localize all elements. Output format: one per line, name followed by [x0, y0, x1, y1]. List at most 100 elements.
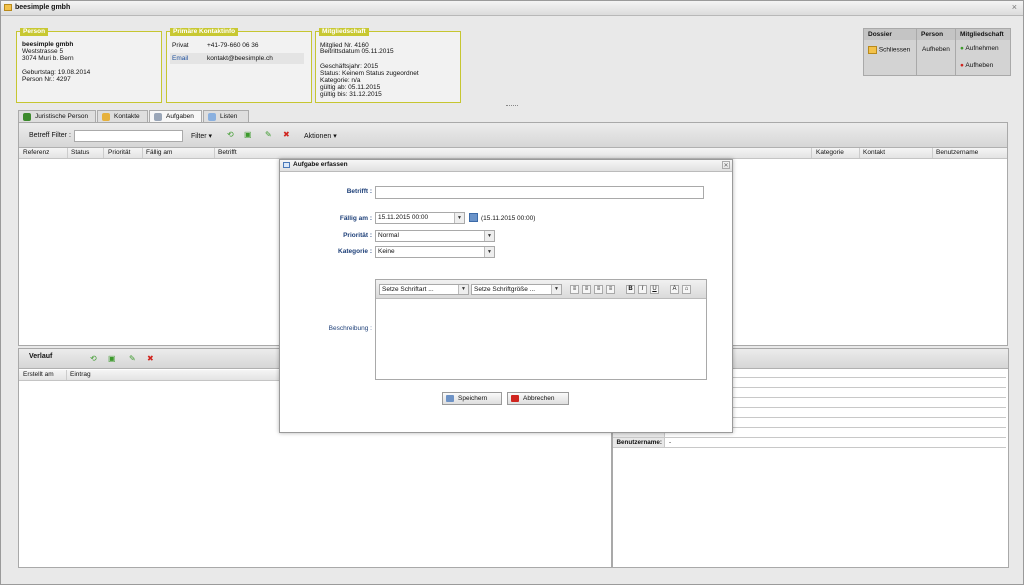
add-entry-icon[interactable]: ▣ — [108, 354, 116, 364]
add-membership-button[interactable]: ● Aufnehmen — [960, 45, 999, 52]
tab-juristische-person[interactable]: Juristische Person — [18, 110, 96, 122]
person-card: Person beesimple gmbh Weststrasse 5 3074… — [16, 28, 162, 103]
membership-line: Status: Keinem Status zugeordnet — [320, 70, 419, 77]
calendar-icon[interactable] — [469, 213, 478, 222]
column-betrifft[interactable]: Betrifft — [218, 149, 237, 156]
kategorie-select[interactable]: Keine ▼ — [375, 246, 495, 258]
align-center-icon[interactable]: ≡ — [582, 285, 591, 294]
history-title: Verlauf — [29, 353, 53, 360]
column-separator — [932, 148, 933, 158]
cancel-button[interactable]: Abbrechen — [507, 392, 569, 405]
contact-card-header: Primäre Kontaktinfo — [170, 28, 239, 36]
column-separator — [214, 148, 215, 158]
tab-label: Listen — [220, 113, 238, 120]
tab-listen[interactable]: Listen — [203, 110, 249, 122]
contact-label-privat: Privat — [172, 42, 189, 49]
dossier-group: Dossier Schliessen — [863, 28, 917, 76]
font-family-value: Setze Schriftart ... — [382, 286, 434, 293]
contact-value-email[interactable]: kontakt@beesimple.ch — [207, 55, 273, 62]
membership-line: Kategorie: n/a — [320, 77, 361, 84]
cancel-button-label: Abbrechen — [523, 395, 555, 402]
column-eintrag[interactable]: Eintrag — [70, 371, 91, 378]
delete-icon[interactable]: ✖ — [147, 354, 154, 364]
column-erstellt-am[interactable]: Erstellt am — [23, 371, 54, 378]
editor-content[interactable] — [376, 299, 706, 379]
column-faellig-am[interactable]: Fällig am — [146, 149, 172, 156]
bold-icon[interactable]: B — [626, 285, 635, 294]
faellig-hint: (15.11.2015 00:00) — [481, 215, 536, 222]
column-separator — [811, 148, 812, 158]
tab-kontakte[interactable]: Kontakte — [97, 110, 148, 122]
power-icon: ● — [960, 62, 964, 69]
column-status[interactable]: Status — [71, 149, 89, 156]
contact-card: Primäre Kontaktinfo Privat +41-79-660 06… — [166, 28, 312, 103]
person-group-header: Person — [917, 29, 955, 40]
person-name: beesimple gmbh — [22, 41, 74, 48]
italic-icon[interactable]: I — [638, 285, 647, 294]
kategorie-label: Kategorie : — [338, 248, 372, 255]
dialog-close-icon[interactable]: ✕ — [722, 161, 730, 169]
filter-button[interactable]: Filter ▾ — [191, 132, 212, 140]
close-dossier-button[interactable]: Schliessen — [868, 46, 910, 54]
benutzername-value: - — [669, 439, 672, 446]
filter-input[interactable] — [74, 130, 183, 142]
delete-icon[interactable]: ✖ — [283, 130, 290, 140]
edit-icon[interactable]: ✎ — [129, 354, 136, 364]
remove-membership-button[interactable]: ● Aufheben — [960, 62, 993, 69]
rich-text-editor: Setze Schriftart ... ▼ Setze Schriftgröß… — [375, 279, 707, 380]
remove-person-button[interactable]: Aufheben — [922, 46, 950, 53]
window-title: beesimple gmbh — [15, 4, 71, 11]
column-kategorie[interactable]: Kategorie — [816, 149, 844, 156]
title-bar: beesimple gmbh × — [1, 1, 1023, 16]
prioritaet-value: Normal — [378, 232, 399, 239]
tab-aufgaben[interactable]: Aufgaben — [149, 110, 202, 122]
column-separator — [66, 370, 67, 380]
chevron-down-icon[interactable]: ▼ — [454, 213, 464, 223]
splitter-handle[interactable] — [506, 105, 518, 108]
cancel-icon — [511, 395, 519, 402]
column-benutzername[interactable]: Benutzername — [936, 149, 978, 156]
remove-membership-label: Aufheben — [965, 62, 994, 69]
refresh-icon[interactable]: ⟲ — [227, 130, 234, 140]
font-family-select[interactable]: Setze Schriftart ... ▼ — [379, 284, 469, 295]
font-size-select[interactable]: Setze Schriftgröße ... ▼ — [471, 284, 562, 295]
save-button-label: Speichern — [458, 395, 488, 402]
align-right-icon[interactable]: ≡ — [594, 285, 603, 294]
faellig-input[interactable]: 15.11.2015 00:00 ▼ — [375, 212, 465, 224]
column-referenz[interactable]: Referenz — [23, 149, 49, 156]
text-color-icon[interactable]: A — [670, 285, 679, 294]
membership-line: Geschäftsjahr: 2015 — [320, 63, 379, 70]
align-justify-icon[interactable]: ≡ — [606, 285, 615, 294]
faellig-value: 15.11.2015 00:00 — [378, 214, 429, 221]
kategorie-value: Keine — [378, 248, 395, 255]
benutzername-label: Benutzername: — [613, 438, 665, 447]
edit-icon[interactable]: ✎ — [265, 130, 272, 140]
align-left-icon[interactable]: ≡ — [570, 285, 579, 294]
save-button[interactable]: Speichern — [442, 392, 502, 405]
membership-line: Beitrittsdatum 05.11.2015 — [320, 48, 394, 55]
person-street: Weststrasse 5 — [22, 48, 64, 55]
column-separator — [142, 148, 143, 158]
chevron-down-icon: ▼ — [484, 231, 494, 241]
contact-label-email: Email — [172, 55, 189, 62]
filter-label: Betreff Filter : — [29, 132, 71, 139]
close-icon[interactable]: × — [1012, 2, 1017, 12]
list-icon — [208, 113, 216, 121]
column-separator — [859, 148, 860, 158]
window-icon — [283, 162, 290, 168]
betrifft-input[interactable] — [375, 186, 704, 199]
underline-icon[interactable]: U — [650, 285, 659, 294]
membership-group-header: Mitgliedschaft — [956, 29, 1010, 40]
prioritaet-select[interactable]: Normal ▼ — [375, 230, 495, 242]
person-group: Person Aufheben — [916, 28, 956, 76]
column-prioritaet[interactable]: Priorität — [108, 149, 130, 156]
chevron-down-icon: ▼ — [458, 285, 468, 294]
add-task-icon[interactable]: ▣ — [244, 130, 252, 140]
actions-button[interactable]: Aktionen ▾ — [304, 132, 337, 140]
highlight-icon[interactable]: ⌂ — [682, 285, 691, 294]
editor-toolbar: Setze Schriftart ... ▼ Setze Schriftgröß… — [376, 280, 706, 299]
filter-button-label: Filter — [191, 133, 207, 140]
column-kontakt[interactable]: Kontakt — [863, 149, 885, 156]
refresh-icon[interactable]: ⟲ — [90, 354, 97, 364]
tab-label: Juristische Person — [35, 113, 89, 120]
